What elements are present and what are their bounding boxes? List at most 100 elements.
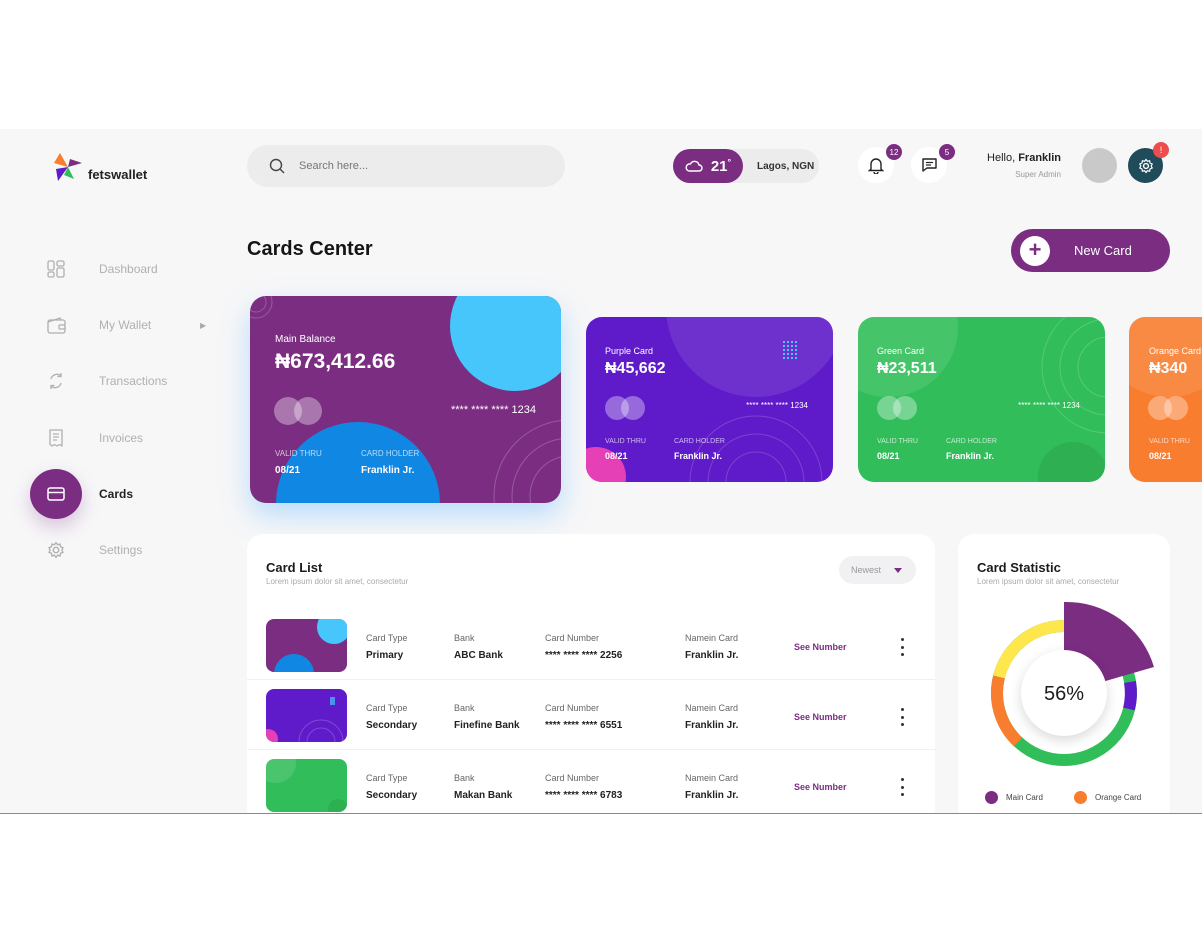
card-holder-value: Franklin Jr. xyxy=(361,465,415,476)
sidebar-item-transactions[interactable]: Transactions xyxy=(30,356,220,406)
bank-header: Bank xyxy=(454,633,475,643)
legend-label: Orange Card xyxy=(1095,793,1142,802)
card-number-header: Card Number xyxy=(545,703,600,713)
donut-segment-purple xyxy=(1123,681,1137,711)
card-list-subtitle: Lorem ipsum dolor sit amet, consectetur xyxy=(266,577,409,586)
name-header: Namein Card xyxy=(685,773,739,783)
temperature: 21° xyxy=(710,157,732,175)
card-thumbnail xyxy=(266,689,347,742)
invoice-icon xyxy=(49,429,63,447)
sidebar-item-invoices[interactable]: Invoices xyxy=(30,413,220,463)
app-window: fetswallet 21° Lagos, NGN 12 5 xyxy=(0,129,1202,814)
card-type-value: Secondary xyxy=(366,720,418,731)
card-thumbnail xyxy=(266,759,347,812)
card-list-panel: Card List Lorem ipsum dolor sit amet, co… xyxy=(247,534,935,813)
card-amount: ₦340 xyxy=(1149,360,1188,377)
notifications-button[interactable]: 12 xyxy=(858,144,902,183)
messages-button[interactable]: 5 xyxy=(911,144,955,183)
legend-label: Main Card xyxy=(1006,793,1043,802)
cloud-icon xyxy=(685,160,703,172)
sidebar-item-label: Transactions xyxy=(99,374,168,388)
legend-item-main-card: Main Card xyxy=(985,791,1043,804)
user-name: Franklin xyxy=(1018,152,1061,164)
card-type-value: Secondary xyxy=(366,790,418,801)
weather-widget: 21° Lagos, NGN xyxy=(673,149,819,183)
card-holder-label: CARD HOLDER xyxy=(361,449,420,458)
name-value: Franklin Jr. xyxy=(685,720,739,731)
card-type-value: Primary xyxy=(366,650,404,661)
orange-card[interactable]: Orange Card ₦340 VALID THRU 08/21 xyxy=(1129,317,1202,482)
sidebar-item-cards[interactable]: Cards xyxy=(30,469,220,519)
valid-thru-value: 08/21 xyxy=(877,451,900,461)
bank-value: ABC Bank xyxy=(454,650,503,661)
see-number-link[interactable]: See Number xyxy=(794,712,847,722)
settings-alert-badge: ! xyxy=(1153,142,1169,158)
dashboard-icon xyxy=(47,260,65,278)
sidebar-item-my-wallet[interactable]: My Wallet ▶ xyxy=(30,300,220,350)
donut-percent: 56% xyxy=(1044,683,1084,705)
card-statistic-subtitle: Lorem ipsum dolor sit amet, consectetur xyxy=(977,577,1120,586)
see-number-link[interactable]: See Number xyxy=(794,782,847,792)
bank-value: Finefine Bank xyxy=(454,720,520,731)
card-amount: ₦23,511 xyxy=(877,360,937,377)
valid-thru-value: 08/21 xyxy=(605,451,628,461)
valid-thru-value: 08/21 xyxy=(275,465,301,476)
card-number: **** **** **** 1234 xyxy=(746,401,808,410)
table-row[interactable]: Card Type Primary Bank ABC Bank Card Num… xyxy=(247,610,935,680)
plus-icon: + xyxy=(1020,235,1050,266)
card-amount: ₦45,662 xyxy=(605,360,666,377)
sidebar-item-label: Cards xyxy=(99,487,134,501)
card-number-header: Card Number xyxy=(545,773,600,783)
weather-location: Lagos, NGN xyxy=(757,160,815,172)
see-number-link[interactable]: See Number xyxy=(794,642,847,652)
card-type-header: Card Type xyxy=(366,703,408,713)
sidebar-item-dashboard[interactable]: Dashboard xyxy=(30,244,220,294)
bell-icon xyxy=(868,158,884,174)
valid-thru-label: VALID THRU xyxy=(1149,438,1190,445)
chevron-right-icon: ▶ xyxy=(200,320,207,330)
card-number: **** **** **** 1234 xyxy=(1018,401,1080,410)
name-header: Namein Card xyxy=(685,703,739,713)
card-holder-label: CARD HOLDER xyxy=(674,438,725,445)
sidebar-item-settings[interactable]: Settings xyxy=(30,525,220,575)
card-title: Purple Card xyxy=(605,346,654,356)
main-balance-card[interactable]: Main Balance ₦673,412.66 **** **** **** … xyxy=(250,296,561,503)
name-header: Namein Card xyxy=(685,633,739,643)
brand-logo[interactable]: fetswallet xyxy=(48,149,147,185)
card-number-header: Card Number xyxy=(545,633,600,643)
greeting-text: Hello, xyxy=(987,152,1019,164)
sort-dropdown[interactable]: Newest xyxy=(839,556,916,584)
new-card-button[interactable]: + New Card xyxy=(1011,229,1170,272)
green-card[interactable]: Green Card ₦23,511 **** **** **** 1234 V… xyxy=(858,317,1105,482)
valid-thru-label: VALID THRU xyxy=(605,438,646,445)
bank-header: Bank xyxy=(454,703,475,713)
transactions-icon xyxy=(50,373,62,389)
more-vertical-icon[interactable] xyxy=(892,778,912,796)
card-statistic-title: Card Statistic xyxy=(977,560,1061,575)
valid-thru-label: VALID THRU xyxy=(275,449,322,458)
search-icon xyxy=(269,158,285,174)
more-vertical-icon[interactable] xyxy=(892,638,912,656)
search-input[interactable] xyxy=(299,160,519,172)
settings-button[interactable]: ! xyxy=(1128,142,1169,183)
brand-name: fetswallet xyxy=(88,166,148,182)
sidebar-item-label: Dashboard xyxy=(99,262,158,276)
card-title: Orange Card xyxy=(1149,346,1202,356)
table-row[interactable]: Card Type Secondary Bank Makan Bank Card… xyxy=(247,750,935,813)
valid-thru-label: VALID THRU xyxy=(877,438,918,445)
card-type-header: Card Type xyxy=(366,773,408,783)
user-greeting: Hello, Franklin Super Admin xyxy=(980,152,1061,179)
gear-icon xyxy=(1138,158,1153,173)
legend-dot xyxy=(985,791,998,804)
search-bar[interactable] xyxy=(247,145,565,187)
new-card-label: New Card xyxy=(1074,243,1132,258)
bank-header: Bank xyxy=(454,773,475,783)
table-row[interactable]: Card Type Secondary Bank Finefine Bank C… xyxy=(247,680,935,750)
more-vertical-icon[interactable] xyxy=(892,708,912,726)
name-value: Franklin Jr. xyxy=(685,650,739,661)
card-holder-value: Franklin Jr. xyxy=(946,451,995,461)
avatar[interactable] xyxy=(1082,148,1117,183)
card-thumbnail xyxy=(266,619,347,672)
card-holder-value: Franklin Jr. xyxy=(674,451,723,461)
purple-card[interactable]: Purple Card ₦45,662 **** **** **** 1234 … xyxy=(586,317,833,482)
